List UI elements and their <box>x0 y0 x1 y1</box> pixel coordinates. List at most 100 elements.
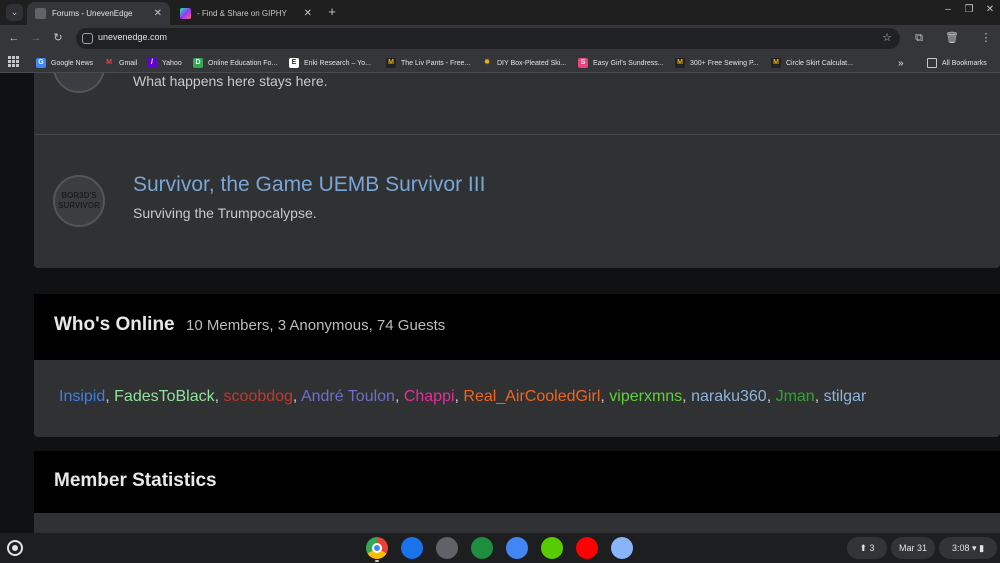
all-bookmarks-button[interactable]: All Bookmarks <box>927 56 987 70</box>
member-statistics-header: Member Statistics <box>34 451 1000 513</box>
bookmark-label: Online Education Fo... <box>208 59 278 67</box>
member-link[interactable]: scoobdog <box>224 388 293 405</box>
bookmark-label: 300+ Free Sewing P... <box>690 59 759 67</box>
member-statistics-card <box>34 513 1000 533</box>
wifi-icon: ▾ <box>972 542 977 553</box>
gmail-icon: M <box>106 59 112 66</box>
member-statistics-title: Member Statistics <box>54 470 217 491</box>
divider <box>34 134 1000 135</box>
forum-avatar[interactable] <box>53 73 105 93</box>
settings-app-icon[interactable] <box>436 537 458 559</box>
tab-search-button[interactable]: ⌄ <box>6 4 23 21</box>
youtube-app-icon[interactable] <box>576 537 598 559</box>
forward-arrow-icon[interactable]: → <box>28 30 44 46</box>
sewing-site-icon: S <box>578 58 588 68</box>
tab-title: - Find & Share on GIPHY <box>197 9 287 18</box>
apps-grid-icon[interactable] <box>8 56 19 67</box>
forum-title-link[interactable]: Survivor, the Game UEMB Survivor III <box>133 173 485 197</box>
bookmark-label: Gmail <box>119 59 138 67</box>
extensions-icon[interactable]: ⧉ <box>911 30 927 46</box>
whos-online-header: Who's Online 10 Members, 3 Anonymous, 74… <box>34 294 1000 360</box>
files-app-icon[interactable] <box>401 537 423 559</box>
clock-text: 3:08 <box>951 543 970 553</box>
page-content: What happens here stays here. BOR3D'S SU… <box>0 73 1000 533</box>
bookmark-google-news[interactable]: G Google News <box>36 56 93 70</box>
close-tab-icon[interactable]: ✕ <box>304 8 312 19</box>
bookmark-label: Easy Girl's Sundress... <box>593 59 664 67</box>
launcher-icon[interactable] <box>7 540 23 556</box>
kebab-menu-icon[interactable]: ⋮ <box>978 30 994 46</box>
battery-icon: ▮ <box>979 542 985 553</box>
bookmark-label: Circle Skirt Calculat... <box>786 59 853 67</box>
new-tab-button[interactable]: + <box>325 4 339 20</box>
forum-list-card: What happens here stays here. BOR3D'S SU… <box>34 73 1000 268</box>
whos-online-title: Who's Online <box>54 314 175 335</box>
bookmark-liv-pants[interactable]: M The Liv Pants - Free... <box>386 56 470 70</box>
close-tab-icon[interactable]: ✕ <box>154 8 162 19</box>
bookmark-online-education[interactable]: D Online Education Fo... <box>193 56 277 70</box>
close-window-icon[interactable]: ✕ <box>983 4 997 15</box>
tab-title: Forums - UnevenEdge <box>52 9 133 18</box>
minimize-icon[interactable]: – <box>941 4 955 15</box>
address-text[interactable]: unevenedge.com <box>98 32 167 42</box>
chrome-app-icon[interactable] <box>366 537 388 559</box>
forum-avatar-text: BOR3D'S SURVIVOR <box>58 191 100 210</box>
online-counts: 10 Members, 3 Anonymous, 74 Guests <box>186 317 446 334</box>
notification-tray[interactable]: ⬆ 3 <box>847 537 887 559</box>
bookmark-enki[interactable]: E Enki Research – Yo... <box>289 56 371 70</box>
duolingo-app-icon[interactable] <box>541 537 563 559</box>
bookmark-box-pleated[interactable]: ✸ DIY Box-Pleated Ski... <box>482 56 566 70</box>
status-tray[interactable]: 3:08 ▾ ▮ <box>939 537 997 559</box>
member-link[interactable]: Jman <box>776 388 815 405</box>
bookmarks-overflow-button[interactable]: » <box>898 56 904 70</box>
date-text: Mar 31 <box>898 543 927 553</box>
tab-strip: ⌄ Forums - UnevenEdge ✕ - Find & Share o… <box>0 0 1000 25</box>
member-link[interactable]: André Toulon <box>301 388 395 405</box>
date-tray[interactable]: Mar 31 <box>891 537 935 559</box>
member-link[interactable]: naraku360 <box>691 388 767 405</box>
folder-icon <box>927 58 937 68</box>
sparkle-icon: ✸ <box>484 59 490 66</box>
member-link[interactable]: Chappi <box>404 388 455 405</box>
bookmark-sundress[interactable]: S Easy Girl's Sundress... <box>578 56 664 70</box>
chevron-down-icon: ⌄ <box>10 7 19 17</box>
bookmark-label: Yahoo <box>162 59 182 67</box>
trash-icon[interactable]: 🗑 <box>944 30 960 46</box>
calendar-app-icon[interactable] <box>471 537 493 559</box>
bookmark-label: Enki Research – Yo... <box>304 59 371 67</box>
bookmark-label: The Liv Pants - Free... <box>401 59 471 67</box>
bookmark-yahoo[interactable]: / Yahoo <box>147 56 182 70</box>
reload-icon[interactable]: ↻ <box>50 30 66 46</box>
member-link[interactable]: stilgar <box>824 388 867 405</box>
tab-forums[interactable]: Forums - UnevenEdge ✕ <box>27 2 170 25</box>
member-link[interactable]: Insipid <box>59 388 105 405</box>
forum-avatar[interactable]: BOR3D'S SURVIVOR <box>53 175 105 227</box>
overflow-chevron-icon: » <box>898 57 904 69</box>
site-favicon-icon <box>35 8 46 19</box>
bookmark-star-icon[interactable]: ☆ <box>882 31 892 44</box>
site-info-icon[interactable] <box>82 33 93 44</box>
member-link[interactable]: Real_AirCooledGirl <box>463 388 600 405</box>
mood-fabrics-icon: M <box>675 58 685 68</box>
back-arrow-icon[interactable]: ← <box>6 30 22 46</box>
giphy-favicon-icon <box>180 8 191 19</box>
mood-fabrics-icon: M <box>771 58 781 68</box>
docs-app-icon[interactable] <box>506 537 528 559</box>
web-app-icon[interactable] <box>611 537 633 559</box>
os-shelf: ⬆ 3 Mar 31 3:08 ▾ ▮ <box>0 533 1000 563</box>
bookmark-label: DIY Box-Pleated Ski... <box>497 59 567 67</box>
education-icon: D <box>193 58 203 68</box>
bookmark-circle-skirt[interactable]: M Circle Skirt Calculat... <box>771 56 853 70</box>
online-member-list: Insipid, FadesToBlack, scoobdog, André T… <box>59 388 867 405</box>
member-link[interactable]: viperxmns <box>609 388 682 405</box>
tab-giphy[interactable]: - Find & Share on GIPHY ✕ <box>172 2 320 25</box>
bookmark-sewing-patterns[interactable]: M 300+ Free Sewing P... <box>675 56 759 70</box>
bookmark-gmail[interactable]: M Gmail <box>104 56 137 70</box>
upload-icon: ⬆ <box>859 542 867 553</box>
member-link[interactable]: FadesToBlack <box>114 388 215 405</box>
address-bar[interactable]: unevenedge.com ☆ <box>76 28 900 49</box>
enki-icon: E <box>289 58 299 68</box>
yahoo-icon: / <box>147 58 157 68</box>
restore-icon[interactable]: ❐ <box>962 4 976 15</box>
forum-description: Surviving the Trumpocalypse. <box>133 205 317 221</box>
